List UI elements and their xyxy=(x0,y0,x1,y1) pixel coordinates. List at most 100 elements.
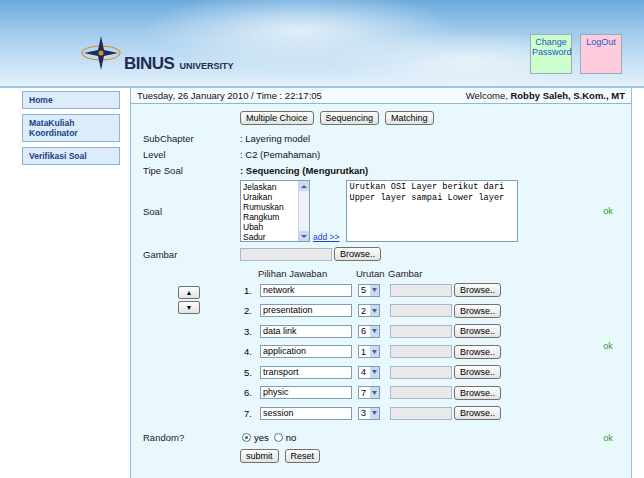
answer-row: 3.data link 6 Browse.. xyxy=(240,321,593,342)
answer-input[interactable]: data link xyxy=(260,325,352,338)
answer-input[interactable]: presentation xyxy=(260,304,352,317)
file-field[interactable] xyxy=(390,325,452,338)
add-link[interactable]: add >> xyxy=(313,232,339,242)
field-row: Level: C2 (Pemahaman) xyxy=(143,146,623,162)
browse-button[interactable]: Browse.. xyxy=(454,386,501,400)
binus-logo-icon xyxy=(80,34,122,72)
radio-button[interactable] xyxy=(274,433,283,442)
answer-number: 6. xyxy=(244,387,260,398)
order-select[interactable]: 2 xyxy=(358,304,380,317)
browse-button[interactable]: Browse.. xyxy=(454,324,501,338)
answer-input[interactable]: physic xyxy=(260,386,352,399)
answer-row: 7.session 3 Browse.. xyxy=(240,403,593,424)
radio-button[interactable] xyxy=(242,433,251,442)
scroll-down-icon[interactable] xyxy=(299,231,309,241)
type-buttons: Multiple Choice Sequencing Matching xyxy=(240,111,593,125)
answer-row: 1.network 5 Browse.. xyxy=(240,280,593,301)
order-select[interactable]: 7 xyxy=(358,386,380,399)
body: Home MataKuliah Koordinator Verifikasi Soa… xyxy=(0,88,644,478)
answer-input[interactable]: session xyxy=(260,407,352,420)
file-field[interactable] xyxy=(390,304,452,317)
header: BINUS UNIVERSITY Change PasswordLogOut xyxy=(0,0,644,88)
verb-listbox[interactable]: JelaskanUraikanRumuskanRangkumUbahSadur xyxy=(240,180,310,242)
answer-input[interactable]: application xyxy=(260,345,352,358)
verb-option[interactable]: Rumuskan xyxy=(243,202,296,212)
file-field[interactable] xyxy=(390,407,452,420)
gambar-row: GambarBrowse.. xyxy=(143,246,623,262)
answer-row: 4.application1Browse.. xyxy=(240,342,593,363)
scroll-up-icon[interactable] xyxy=(299,181,309,191)
file-field[interactable] xyxy=(390,345,452,358)
browse-button[interactable]: Browse.. xyxy=(454,365,501,379)
answer-input[interactable]: transport xyxy=(260,366,352,379)
status-ok: ok xyxy=(593,206,623,216)
radio-label: no xyxy=(286,432,297,443)
status-ok: ok xyxy=(593,341,623,351)
scrollbar[interactable] xyxy=(298,181,309,241)
top-strip: Tuesday, 26 January 2010 / Time : 22:17:… xyxy=(131,88,631,104)
radio-label: yes xyxy=(254,432,269,443)
order-select[interactable]: 4 xyxy=(358,366,380,379)
action-button[interactable]: Reset xyxy=(285,449,321,463)
verb-option[interactable]: Ubah xyxy=(243,222,296,232)
field-value: : C2 (Pemahaman) xyxy=(240,149,593,160)
chevron-down-icon xyxy=(372,309,377,313)
order-select[interactable]: 5 xyxy=(358,284,380,297)
order-select[interactable]: 1 xyxy=(358,345,380,358)
file-field[interactable] xyxy=(390,366,452,379)
header-links: Change PasswordLogOut xyxy=(530,34,622,74)
move-button[interactable]: ▼ xyxy=(178,301,200,314)
field-value: : Sequencing (Mengurutkan) xyxy=(240,165,593,176)
logo-text: BINUS xyxy=(124,55,174,72)
chevron-down-icon xyxy=(372,370,377,374)
random-row: Random?yesnook xyxy=(143,430,623,446)
browse-button[interactable]: Browse.. xyxy=(334,247,381,261)
chevron-down-icon xyxy=(372,350,377,354)
answer-input[interactable]: network xyxy=(260,284,352,297)
answer-number: 7. xyxy=(244,408,260,419)
type-button[interactable]: Sequencing xyxy=(320,111,380,125)
action-button[interactable]: submit xyxy=(240,449,279,463)
soal-row: SoalJelaskanUraikanRumuskanRangkumUbahSa… xyxy=(143,180,623,242)
answers-table: Pilihan JawabanUrutanGambar 1.network 5 Bro… xyxy=(240,268,593,424)
field-row: Tipe Soal: Sequencing (Mengurutkan) xyxy=(143,162,623,178)
sidebar-item[interactable]: Verifikasi Soal xyxy=(22,147,120,165)
field-label: SubChapter xyxy=(143,133,240,144)
answer-number: 3. xyxy=(244,326,260,337)
status-ok: ok xyxy=(593,433,623,443)
chevron-down-icon xyxy=(372,288,377,292)
move-button[interactable]: ▲ xyxy=(178,286,200,299)
verb-option[interactable]: Sadur xyxy=(243,232,296,241)
type-button[interactable]: Multiple Choice xyxy=(240,111,314,125)
header-link[interactable]: LogOut xyxy=(580,34,622,74)
answer-number: 5. xyxy=(244,367,260,378)
form-actions: submit Reset xyxy=(240,449,593,463)
order-select[interactable]: 6 xyxy=(358,325,380,338)
type-button[interactable]: Matching xyxy=(385,111,434,125)
field-row: SubChapter: Layering model xyxy=(143,130,623,146)
browse-button[interactable]: Browse.. xyxy=(454,345,501,359)
header-link[interactable]: Change Password xyxy=(530,34,572,74)
field-label: Tipe Soal xyxy=(143,165,240,176)
browse-button[interactable]: Browse.. xyxy=(454,406,501,420)
file-field[interactable] xyxy=(390,386,452,399)
verb-option[interactable]: Uraikan xyxy=(243,192,296,202)
verb-option[interactable]: Rangkum xyxy=(243,212,296,222)
verb-option[interactable]: Jelaskan xyxy=(243,182,296,192)
answer-number: 1. xyxy=(244,285,260,296)
answers-row: ▲ ▼ Pilihan JawabanUrutanGambar 1.network 5 B… xyxy=(143,268,623,424)
welcome: Welcome, Robby Saleh, S.Kom., MT xyxy=(466,90,625,101)
file-field[interactable] xyxy=(240,248,332,261)
file-field[interactable] xyxy=(390,284,452,297)
order-select[interactable]: 3 xyxy=(358,407,380,420)
chevron-down-icon xyxy=(372,411,377,415)
main-panel: Tuesday, 26 January 2010 / Time : 22:17:… xyxy=(130,88,632,478)
answers-header: Pilihan JawabanUrutanGambar xyxy=(240,268,593,280)
sidebar: Home MataKuliah Koordinator Verifikasi Soa… xyxy=(22,88,120,478)
question-textarea[interactable]: Urutkan OSI Layer berikut dari Upper lay… xyxy=(346,180,518,242)
logo-subtext: UNIVERSITY xyxy=(179,61,233,72)
browse-button[interactable]: Browse.. xyxy=(454,283,501,297)
browse-button[interactable]: Browse.. xyxy=(454,304,501,318)
sidebar-item[interactable]: MataKuliah Koordinator xyxy=(22,114,120,142)
sidebar-item[interactable]: Home xyxy=(22,91,120,109)
